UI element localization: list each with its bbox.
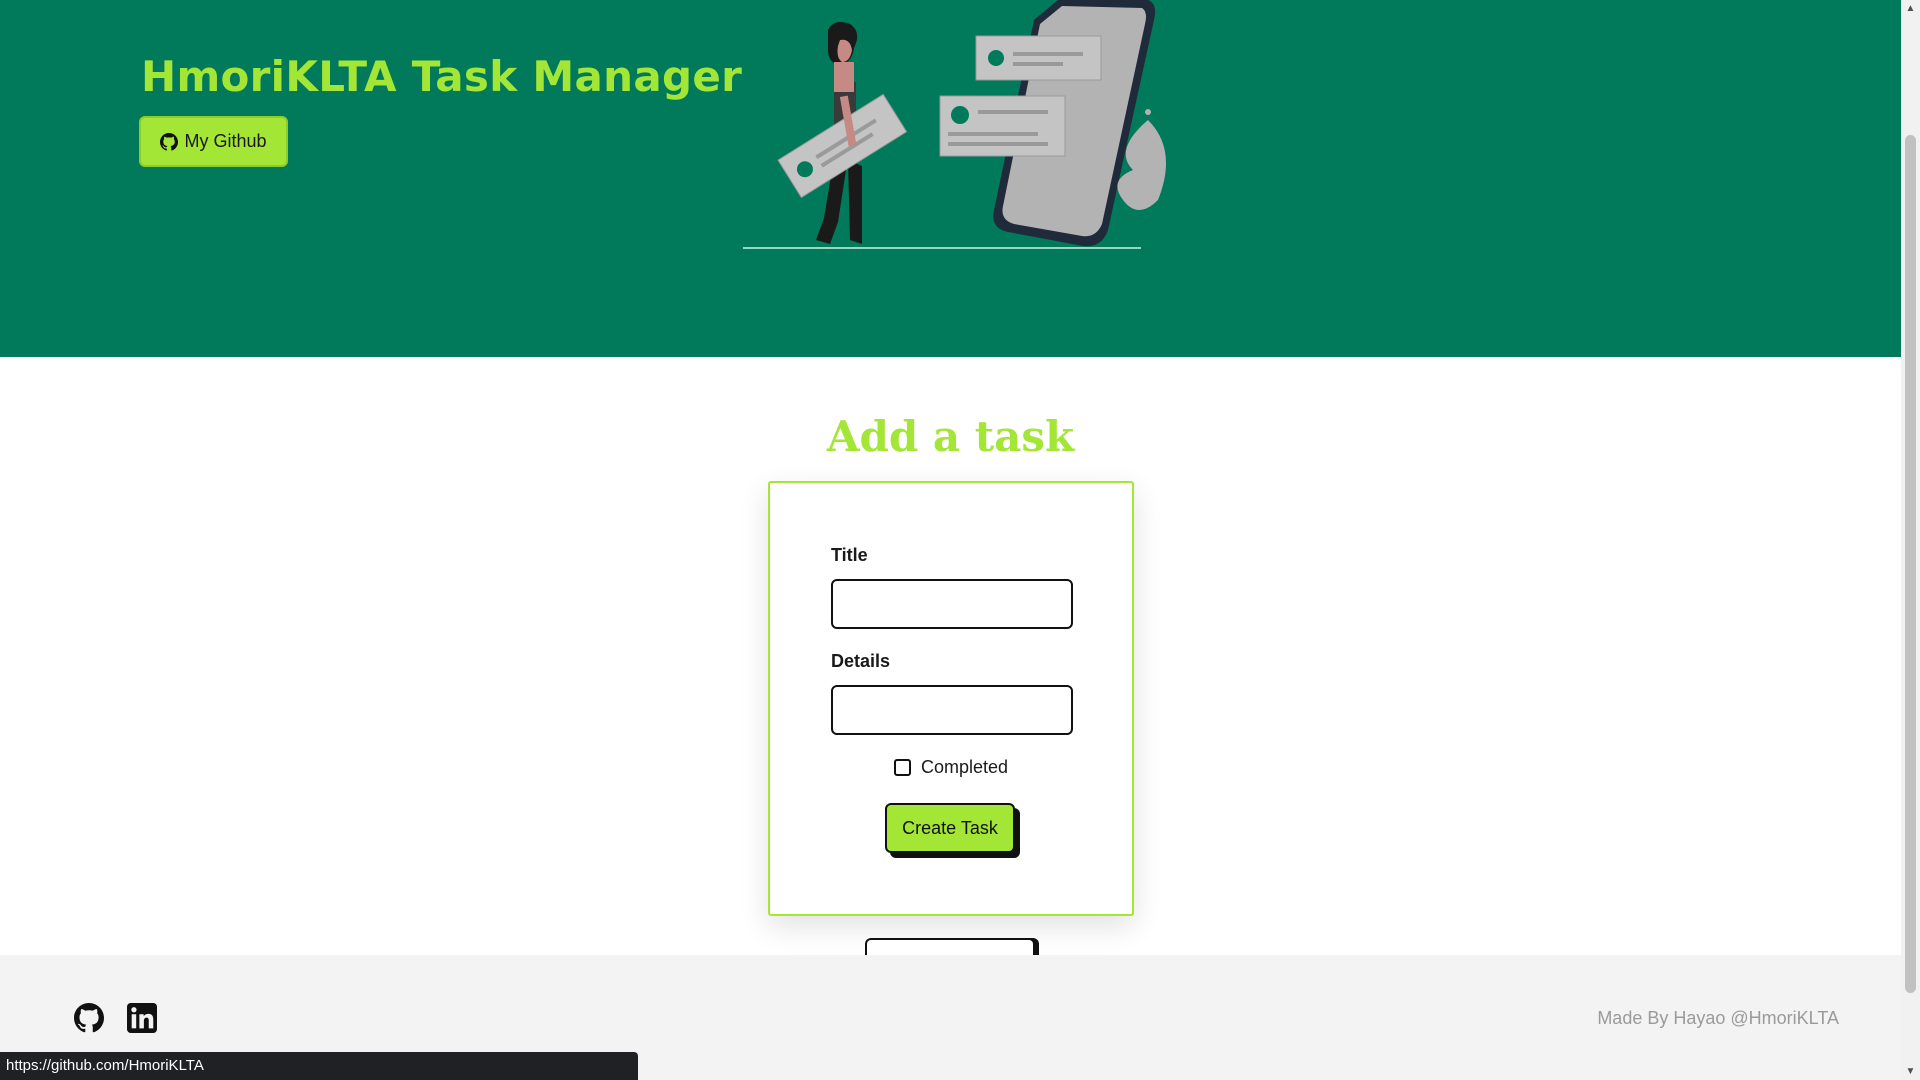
hero-banner: HmoriKLTA Task Manager My Github — [0, 0, 1901, 357]
scroll-down-icon[interactable]: ▼ — [1901, 1063, 1920, 1080]
add-task-form: Title Details Completed Create Task — [768, 481, 1134, 916]
create-task-button[interactable]: Create Task — [885, 803, 1015, 853]
linkedin-icon[interactable] — [127, 1003, 157, 1033]
github-icon — [160, 132, 179, 151]
scroll-up-icon[interactable]: ▲ — [1901, 0, 1920, 17]
partially-visible-button[interactable] — [865, 938, 1035, 956]
completed-checkbox[interactable] — [893, 759, 911, 776]
notification-card-top — [975, 35, 1102, 81]
github-button-label: My Github — [184, 131, 267, 151]
github-icon[interactable] — [74, 1003, 104, 1033]
github-button[interactable]: My Github — [139, 116, 288, 167]
person-graphic — [777, 22, 908, 244]
page: HmoriKLTA Task Manager My Github Add a t… — [0, 0, 1901, 1080]
link-status-bar: https://github.com/HmoriKLTA — [0, 1052, 638, 1080]
details-input[interactable] — [831, 685, 1073, 735]
scroll-thumb[interactable] — [1905, 135, 1916, 993]
title-label: Title — [831, 545, 868, 565]
details-label: Details — [831, 651, 891, 671]
vertical-scrollbar[interactable]: ▲ ▼ — [1901, 0, 1920, 1080]
footer-credit: Made By Hayao @HmoriKLTA — [1597, 1008, 1839, 1028]
task-illustration — [743, 0, 1166, 249]
notification-card-middle — [939, 95, 1066, 157]
add-task-heading: Add a task — [826, 412, 1075, 461]
completed-row: Completed — [770, 757, 1132, 778]
title-input[interactable] — [831, 579, 1073, 629]
completed-label: Completed — [920, 757, 1009, 777]
page-title: HmoriKLTA Task Manager — [141, 52, 743, 101]
